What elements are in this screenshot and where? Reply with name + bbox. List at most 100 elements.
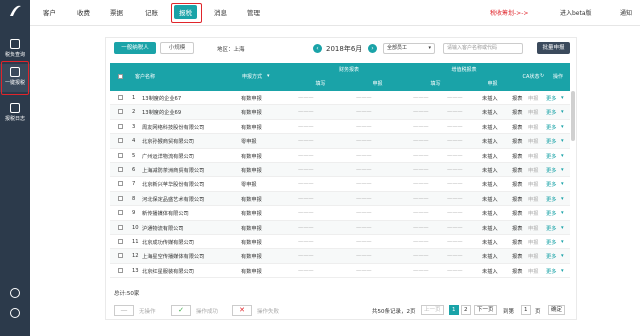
nav-invoices[interactable]: 票据 xyxy=(110,7,123,17)
table-row[interactable]: 1 13制度的企业67 有数申报 ——— ——— ——— ——— 未插入 报表 申报 更多 ▾ xyxy=(110,91,570,106)
row-checkbox[interactable] xyxy=(118,267,123,273)
row-checkbox[interactable] xyxy=(118,181,123,187)
phone-icon[interactable] xyxy=(10,288,20,298)
declare-link[interactable]: 申报 xyxy=(528,138,538,145)
declare-link[interactable]: 申报 xyxy=(528,153,538,160)
report-link[interactable]: 报表 xyxy=(512,95,522,102)
report-link[interactable]: 报表 xyxy=(512,167,522,174)
sidebar-item-tax-query[interactable]: 税负查询 xyxy=(0,36,30,64)
search-input[interactable]: 请输入客户名称或代码 xyxy=(443,43,523,54)
chevron-down-icon[interactable]: ▾ xyxy=(561,225,564,231)
nav-messages[interactable]: 消息 xyxy=(214,7,227,17)
nav-manage[interactable]: 管理 xyxy=(247,7,260,17)
more-dropdown[interactable]: 更多 xyxy=(546,109,556,116)
customer-name[interactable]: 新传播媒体有限公司 xyxy=(142,210,189,217)
prev-page-button[interactable]: 上一页 xyxy=(421,305,444,315)
chevron-down-icon[interactable]: ▾ xyxy=(561,124,564,130)
row-checkbox[interactable] xyxy=(118,138,123,144)
declare-link[interactable]: 申报 xyxy=(528,167,538,174)
report-link[interactable]: 报表 xyxy=(512,109,522,116)
chevron-down-icon[interactable]: ▾ xyxy=(561,138,564,144)
filter-icon[interactable]: ▾ xyxy=(267,73,270,79)
more-dropdown[interactable]: 更多 xyxy=(546,239,556,246)
more-dropdown[interactable]: 更多 xyxy=(546,253,556,260)
declare-link[interactable]: 申报 xyxy=(528,124,538,131)
declare-link[interactable]: 申报 xyxy=(528,95,538,102)
declare-link[interactable]: 申报 xyxy=(528,109,538,116)
tab-small-scale[interactable]: 小规模 xyxy=(160,42,194,54)
table-row[interactable]: 2 13制度的企业69 有数申报 ——— ——— ——— ——— 未插入 报表 申报 更多 ▾ xyxy=(110,105,570,120)
more-dropdown[interactable]: 更多 xyxy=(546,196,556,203)
nav-customer[interactable]: 客户 xyxy=(43,7,56,17)
notice-link[interactable]: 通知 xyxy=(620,8,632,17)
more-dropdown[interactable]: 更多 xyxy=(546,181,556,188)
row-checkbox[interactable] xyxy=(118,253,123,259)
table-row[interactable]: 8 河北保定品盛艺术有限公司 有数申报 ——— ——— ——— ——— 未插入 报表 申报 更多 ▾ xyxy=(110,191,570,207)
chevron-down-icon[interactable]: ▾ xyxy=(561,95,564,101)
row-checkbox[interactable] xyxy=(118,210,123,216)
more-dropdown[interactable]: 更多 xyxy=(546,167,556,174)
table-row[interactable]: 9 新传播媒体有限公司 有数申报 ——— ——— ——— ——— 未插入 报表 申报 更多 ▾ xyxy=(110,206,570,221)
report-link[interactable]: 报表 xyxy=(512,124,522,131)
table-row[interactable]: 3 周友网络科技股份有限公司 有数申报 ——— ——— ——— ——— 未插入 报表 申报 更多 ▾ xyxy=(110,120,570,135)
row-checkbox[interactable] xyxy=(118,109,123,115)
report-link[interactable]: 报表 xyxy=(512,253,522,260)
customer-name[interactable]: 广州运洋物流有限公司 xyxy=(142,153,194,160)
customer-name[interactable]: 北京新兴苹华股份有限公司 xyxy=(142,181,204,188)
chevron-down-icon[interactable]: ▾ xyxy=(561,167,564,173)
declare-link[interactable]: 申报 xyxy=(528,210,538,217)
more-dropdown[interactable]: 更多 xyxy=(546,153,556,160)
more-dropdown[interactable]: 更多 xyxy=(546,124,556,131)
confirm-button[interactable]: 确定 xyxy=(548,305,566,315)
report-link[interactable]: 报表 xyxy=(512,196,522,203)
customer-name[interactable]: 周友网络科技股份有限公司 xyxy=(142,124,204,131)
sidebar-item-tax-log[interactable]: 报税日志 xyxy=(0,100,30,128)
declare-link[interactable]: 申报 xyxy=(528,181,538,188)
report-link[interactable]: 报表 xyxy=(512,138,522,145)
table-row[interactable]: 13 北京红星服装有限公司 有数申报 ——— ——— ——— ——— 未插入 报表 申报 更多 ▾ xyxy=(110,264,570,279)
table-row[interactable]: 4 北京孙猴商贸有限公司 零申报 ——— ——— ——— ——— 未插入 报表 申报 更多 ▾ xyxy=(110,134,570,149)
customer-name[interactable]: 上海星空传播媒体有限公司 xyxy=(142,253,204,260)
more-dropdown[interactable]: 更多 xyxy=(546,138,556,145)
report-link[interactable]: 报表 xyxy=(512,225,522,232)
refresh-icon[interactable]: ↻ xyxy=(540,73,544,79)
page-input[interactable]: 1 xyxy=(521,305,531,315)
report-link[interactable]: 报表 xyxy=(512,153,522,160)
table-row[interactable]: 5 广州运洋物流有限公司 有数申报 ——— ——— ——— ——— 未插入 报表 申报 更多 ▾ xyxy=(110,149,570,163)
customer-name[interactable]: 河北保定品盛艺术有限公司 xyxy=(142,196,204,203)
batch-declare-button[interactable]: 批量申报 xyxy=(537,42,570,54)
page-2-button[interactable]: 2 xyxy=(461,305,471,315)
more-dropdown[interactable]: 更多 xyxy=(546,225,556,232)
row-checkbox[interactable] xyxy=(118,123,123,129)
next-month-icon[interactable]: › xyxy=(368,44,377,53)
chevron-down-icon[interactable]: ▾ xyxy=(561,109,564,115)
report-link[interactable]: 报表 xyxy=(512,268,522,275)
select-all-checkbox[interactable] xyxy=(118,74,123,79)
tax-planning-link[interactable]: 税收筹划->-> xyxy=(490,8,528,17)
row-checkbox[interactable] xyxy=(118,95,123,100)
more-dropdown[interactable]: 更多 xyxy=(546,95,556,102)
table-row[interactable]: 12 上海星空传播媒体有限公司 有数申报 ——— ——— ——— ——— 未插入 报表 申报 更多 ▾ xyxy=(110,249,570,264)
chevron-down-icon[interactable]: ▾ xyxy=(561,268,564,274)
scrollbar[interactable] xyxy=(571,91,575,141)
customer-name[interactable]: 13制度的企业67 xyxy=(142,95,181,102)
declare-link[interactable]: 申报 xyxy=(528,253,538,260)
next-page-button[interactable]: 下一页 xyxy=(474,305,497,315)
chevron-down-icon[interactable]: ▾ xyxy=(561,196,564,202)
customer-name[interactable]: 沪通物流有限公司 xyxy=(142,225,184,232)
table-row[interactable]: 11 北京成功传媒有限公司 有数申报 ——— ——— ——— ——— 未插入 报表 申报 更多 ▾ xyxy=(110,235,570,250)
chevron-down-icon[interactable]: ▾ xyxy=(561,239,564,245)
row-checkbox[interactable] xyxy=(118,152,123,158)
chevron-down-icon[interactable]: ▾ xyxy=(561,153,564,159)
beta-link[interactable]: 进入beta版 xyxy=(560,8,592,17)
table-row[interactable]: 10 沪通物流有限公司 有数申报 ——— ——— ——— ——— 未插入 报表 申报 更多 ▾ xyxy=(110,220,570,235)
customer-name[interactable]: 北京红星服装有限公司 xyxy=(142,268,194,275)
row-checkbox[interactable] xyxy=(118,195,123,201)
chevron-down-icon[interactable]: ▾ xyxy=(561,210,564,216)
declare-link[interactable]: 申报 xyxy=(528,239,538,246)
report-link[interactable]: 报表 xyxy=(512,181,522,188)
table-row[interactable]: 6 上海减防茶洲商贸有限公司 有数申报 ——— ——— ——— ——— 未插入 报表 申报 更多 ▾ xyxy=(110,163,570,178)
customer-name[interactable]: 北京成功传媒有限公司 xyxy=(142,239,194,246)
declare-link[interactable]: 申报 xyxy=(528,196,538,203)
row-checkbox[interactable] xyxy=(118,239,123,244)
